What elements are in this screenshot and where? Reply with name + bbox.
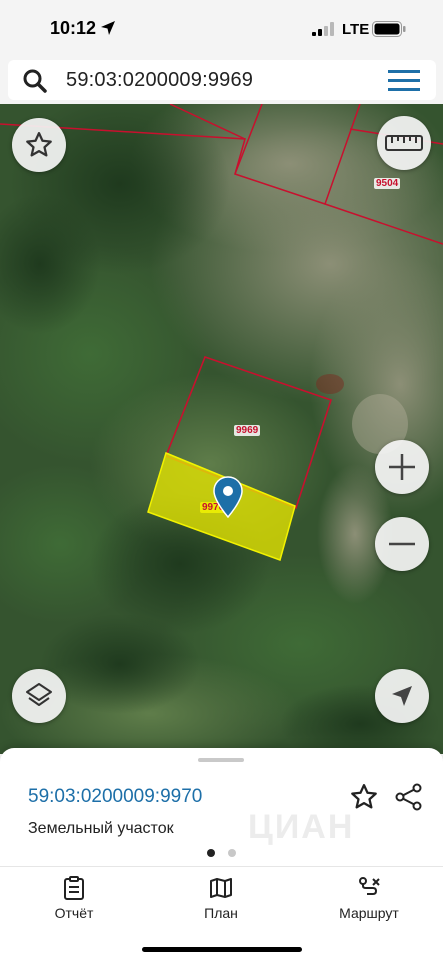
- parcel-number[interactable]: 59:03:0200009:9970: [28, 786, 202, 808]
- my-location-button[interactable]: [375, 669, 429, 723]
- cellular-signal-icon: [312, 22, 334, 36]
- navigation-arrow-icon: [392, 686, 412, 706]
- parcel-type: Земельный участок: [28, 820, 174, 837]
- share-icon[interactable]: [394, 782, 424, 812]
- plus-icon: [389, 454, 415, 480]
- favorite-map-button[interactable]: [12, 118, 66, 172]
- watermark-logo: ЦИАН: [248, 808, 355, 846]
- layers-icon: [26, 683, 52, 706]
- ruler-button[interactable]: [377, 116, 431, 170]
- search-bar: 59:03:0200009:9969: [0, 58, 443, 104]
- location-arrow-icon: [101, 21, 115, 35]
- map-pin-icon[interactable]: [212, 476, 244, 518]
- minus-icon: [389, 542, 415, 546]
- satellite-imagery: [0, 104, 443, 754]
- zoom-out-button[interactable]: [375, 517, 429, 571]
- search-icon[interactable]: [22, 68, 48, 94]
- zoom-in-button[interactable]: [375, 440, 429, 494]
- route-icon: [359, 877, 380, 895]
- bottom-tab-bar: Отчёт План Маршрут: [0, 866, 443, 961]
- status-bar: 10:12 LTE: [0, 0, 443, 58]
- favorite-star-icon[interactable]: [349, 782, 379, 812]
- home-indicator[interactable]: [142, 947, 302, 952]
- tab-route-label: Маршрут: [339, 905, 399, 921]
- parcel-label-9504[interactable]: 9504: [374, 178, 401, 189]
- network-type: LTE: [342, 21, 370, 38]
- tab-plan[interactable]: План: [161, 875, 281, 921]
- ruler-icon: [385, 135, 423, 151]
- layers-button[interactable]: [12, 669, 66, 723]
- parcel-info-sheet[interactable]: ЦИАН 59:03:0200009:9970 Земельный участо…: [0, 748, 443, 866]
- hamburger-menu-icon[interactable]: [388, 70, 420, 92]
- status-time: 10:12: [50, 18, 97, 38]
- satellite-map[interactable]: 9504 9969 9970: [0, 104, 443, 754]
- report-icon: [64, 876, 84, 900]
- sheet-grabber[interactable]: [198, 758, 244, 762]
- page-dot-inactive[interactable]: [228, 849, 236, 857]
- parcel-label-9969[interactable]: 9969: [234, 425, 261, 436]
- search-input[interactable]: 59:03:0200009:9969: [8, 60, 436, 100]
- map-plan-icon: [210, 878, 232, 898]
- star-icon: [26, 132, 52, 157]
- page-dot-active[interactable]: [207, 849, 215, 857]
- battery-icon: [372, 21, 406, 37]
- tab-route[interactable]: Маршрут: [309, 875, 429, 921]
- search-query[interactable]: 59:03:0200009:9969: [66, 69, 253, 92]
- tab-report[interactable]: Отчёт: [14, 875, 134, 921]
- tab-plan-label: План: [204, 905, 238, 921]
- tab-report-label: Отчёт: [54, 905, 94, 921]
